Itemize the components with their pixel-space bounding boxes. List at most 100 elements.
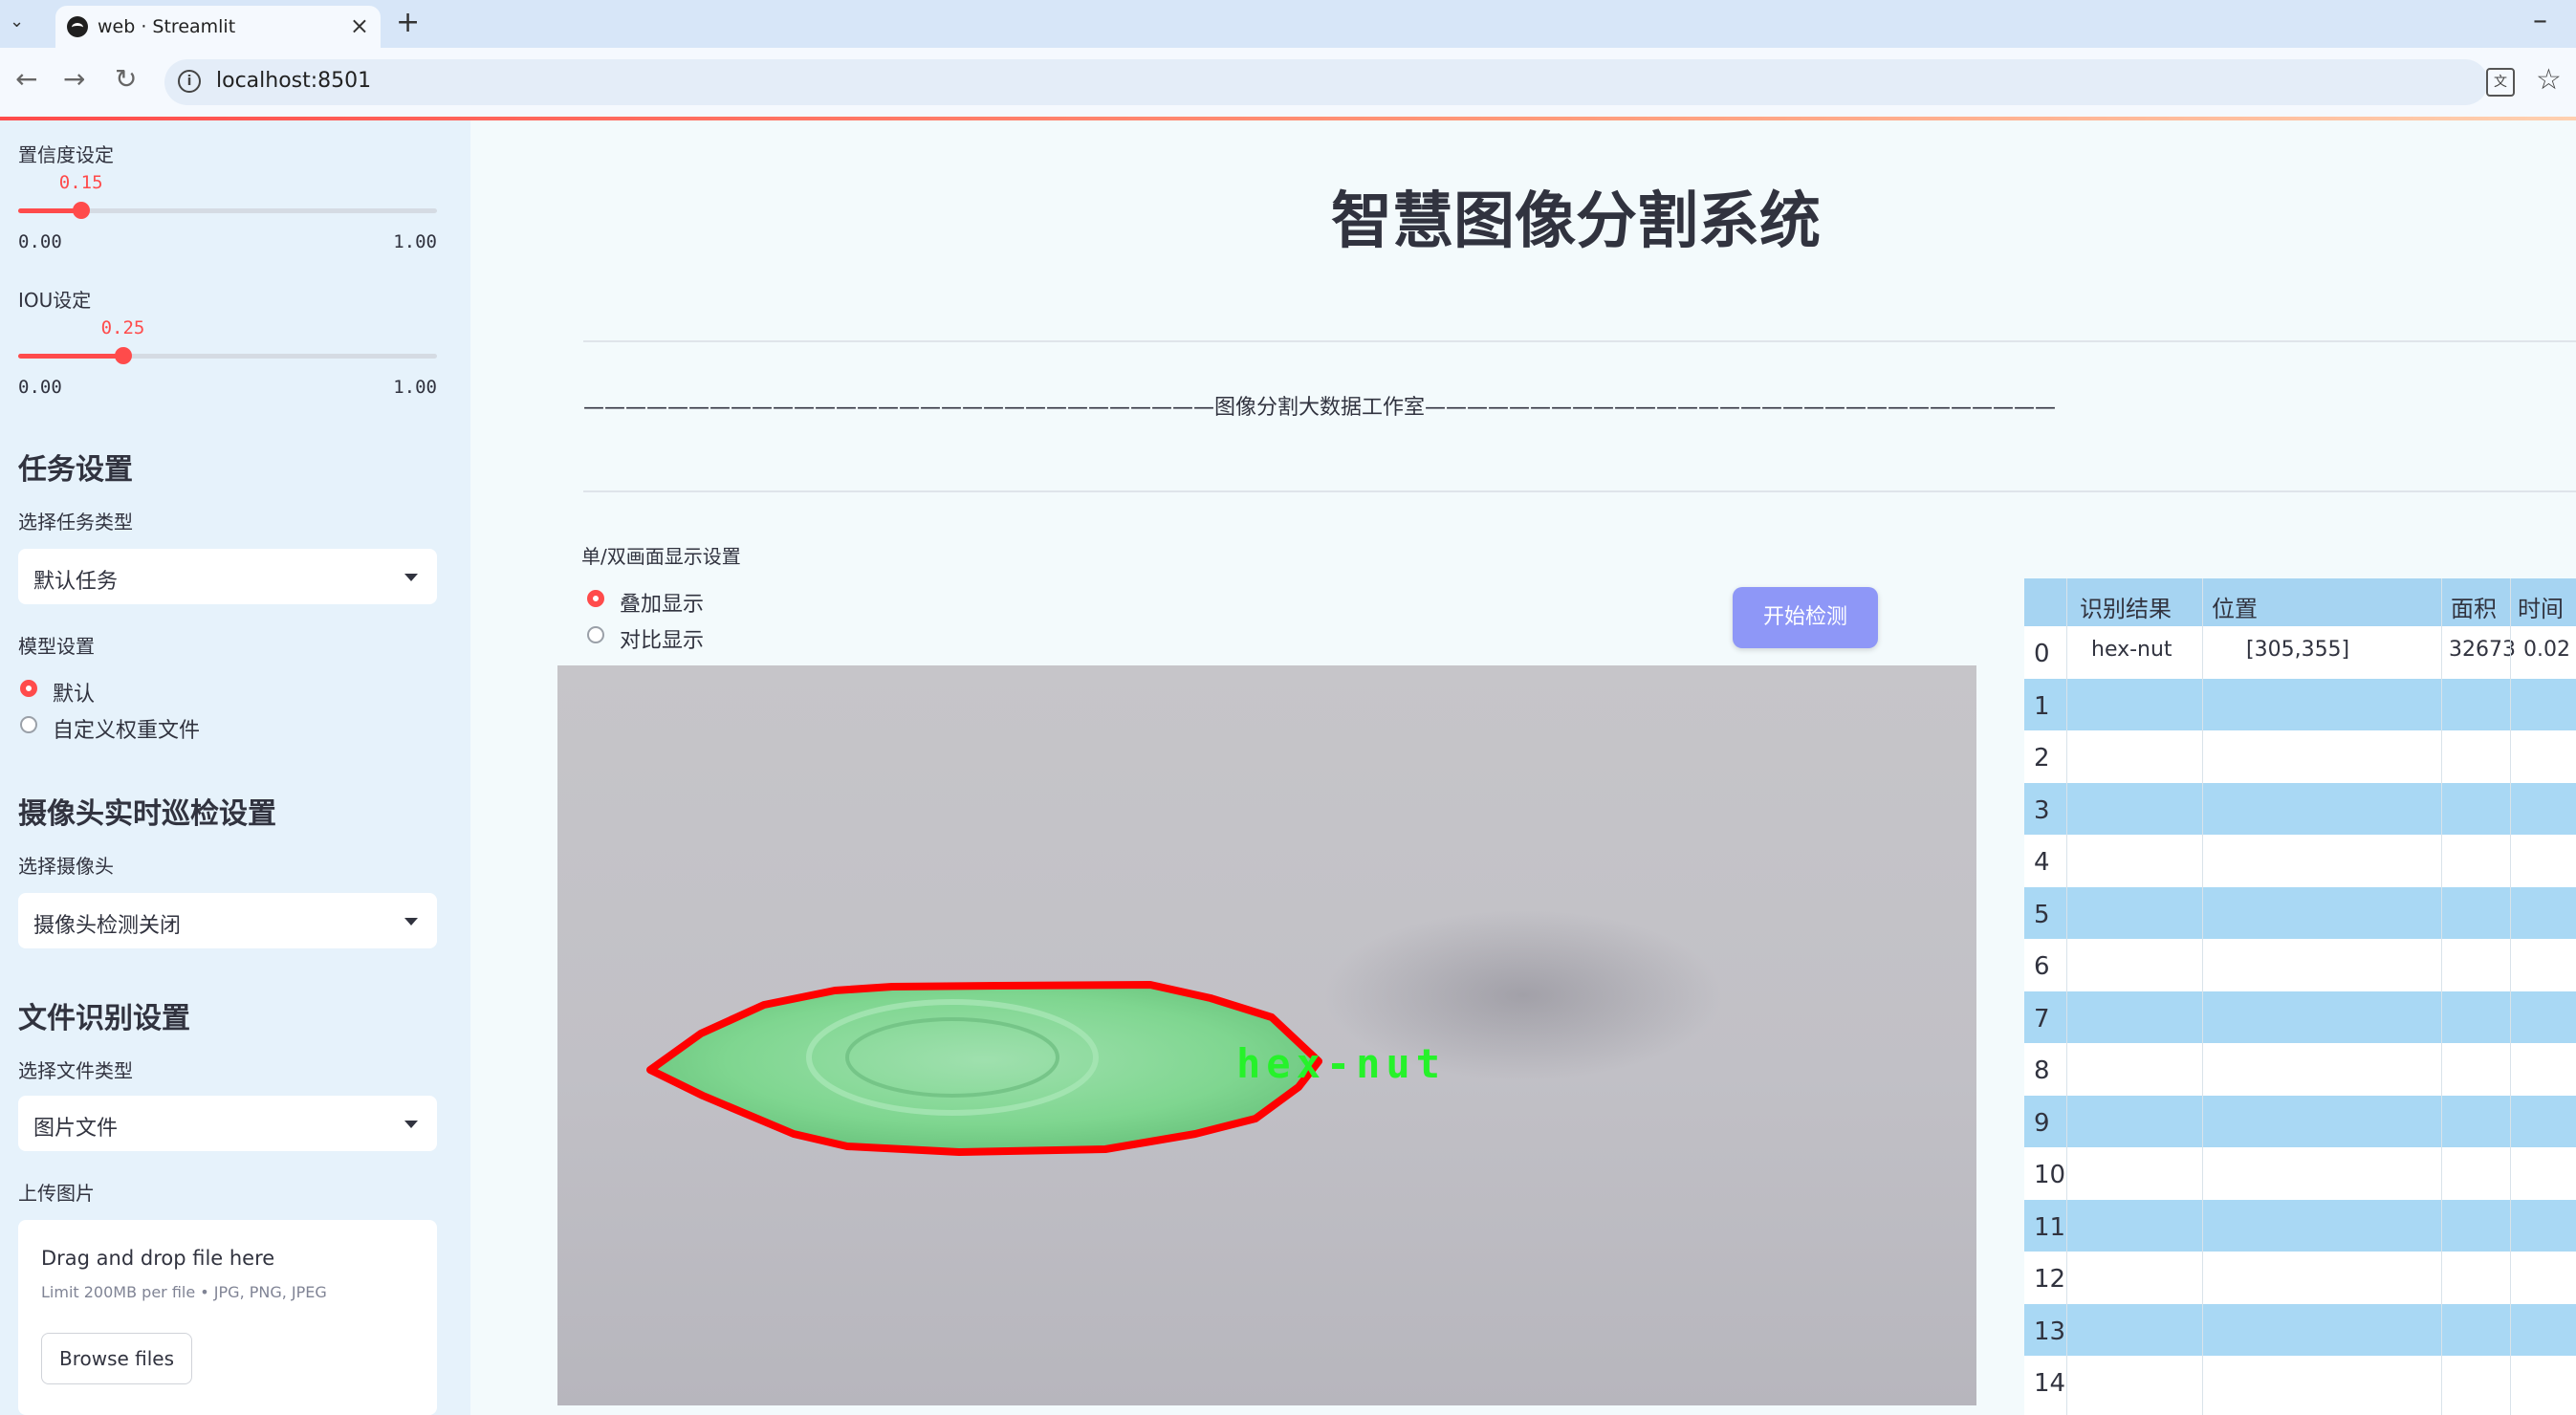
- table-row[interactable]: 9: [2024, 1095, 2576, 1147]
- upload-drag-text: Drag and drop file here: [41, 1247, 275, 1270]
- row-index: 9: [2034, 1108, 2050, 1138]
- row-index: 7: [2034, 1004, 2050, 1034]
- column-divider: [2510, 578, 2511, 1415]
- table-row[interactable]: 11: [2024, 1199, 2576, 1252]
- chevron-down-icon: [404, 1121, 418, 1128]
- divider: [583, 340, 2576, 342]
- minimize-window-icon[interactable]: –: [2533, 4, 2547, 37]
- table-row[interactable]: 3: [2024, 782, 2576, 835]
- upload-limit-text: Limit 200MB per file • JPG, PNG, JPEG: [41, 1283, 327, 1301]
- file-type-select[interactable]: 图片文件: [18, 1096, 437, 1151]
- slider-fill: [18, 208, 81, 213]
- column-divider: [2441, 578, 2442, 1415]
- task-type-select[interactable]: 默认任务: [18, 549, 437, 604]
- confidence-slider[interactable]: 0.15 0.00 1.00: [18, 172, 437, 252]
- file-type-value: 图片文件: [33, 1117, 119, 1141]
- radio-selected-icon[interactable]: [20, 680, 37, 697]
- row-index: 2: [2034, 744, 2050, 773]
- row-index: 6: [2034, 952, 2050, 981]
- row-index: 3: [2034, 795, 2050, 825]
- browser-tab[interactable]: web · Streamlit ×: [55, 6, 381, 48]
- row-index: 5: [2034, 900, 2050, 929]
- new-tab-icon[interactable]: +: [396, 6, 420, 39]
- column-header-result[interactable]: 识别结果: [2080, 590, 2172, 623]
- browse-files-button[interactable]: Browse files: [41, 1333, 192, 1384]
- table-row[interactable]: 4: [2024, 835, 2576, 886]
- table-row[interactable]: 6: [2024, 939, 2576, 990]
- tab-search-icon[interactable]: ⌄: [10, 11, 24, 32]
- results-table[interactable]: 识别结果 位置 面积 时间 0 hex-nut [305,355] 32673 0.02…: [2024, 578, 2576, 1415]
- task-type-value: 默认任务: [33, 570, 119, 594]
- radio-label: 默认: [53, 683, 96, 707]
- row-index: 14: [2034, 1369, 2066, 1398]
- forward-icon[interactable]: →: [63, 63, 85, 95]
- bookmark-star-icon[interactable]: ☆: [2536, 63, 2562, 97]
- slider-max: 1.00: [393, 377, 437, 398]
- table-row[interactable]: 8: [2024, 1043, 2576, 1095]
- column-divider: [2202, 578, 2203, 1415]
- back-icon[interactable]: ←: [15, 63, 37, 95]
- table-row[interactable]: 12: [2024, 1252, 2576, 1303]
- camera-settings-heading: 摄像头实时巡检设置: [18, 797, 276, 831]
- model-settings-label: 模型设置: [18, 635, 95, 658]
- camera-value: 摄像头检测关闭: [33, 914, 182, 938]
- table-row[interactable]: 0 hex-nut [305,355] 32673 0.02: [2024, 626, 2576, 678]
- row-index: 4: [2034, 848, 2050, 877]
- file-uploader-dropzone[interactable]: Drag and drop file here Limit 200MB per …: [18, 1220, 437, 1415]
- confidence-label: 置信度设定: [18, 143, 114, 166]
- radio-label: 对比显示: [620, 629, 705, 653]
- column-header-time[interactable]: 时间: [2518, 590, 2564, 623]
- table-row[interactable]: 10: [2024, 1147, 2576, 1199]
- table-row[interactable]: 7: [2024, 990, 2576, 1043]
- site-info-icon[interactable]: i: [178, 70, 201, 93]
- chevron-down-icon: [404, 918, 418, 925]
- address-bar[interactable]: i localhost:8501: [164, 59, 2488, 105]
- slider-max: 1.00: [393, 231, 437, 252]
- page-title: 智慧图像分割系统: [1331, 186, 1821, 257]
- divider: [583, 490, 2576, 492]
- radio-unselected-icon[interactable]: [587, 626, 604, 643]
- browser-toolbar: ← → ↻ i localhost:8501 文 ☆: [0, 48, 2576, 117]
- studio-banner: ——————————————————————————————图像分割大数据工作室…: [583, 396, 2057, 420]
- row-index: 11: [2034, 1212, 2066, 1242]
- table-row[interactable]: 1: [2024, 678, 2576, 730]
- radio-unselected-icon[interactable]: [20, 716, 37, 733]
- cell-position: [305,355]: [2246, 638, 2350, 662]
- cell-result: hex-nut: [2091, 638, 2172, 662]
- url-text: localhost:8501: [216, 69, 372, 93]
- file-type-label: 选择文件类型: [18, 1059, 133, 1082]
- column-header-position[interactable]: 位置: [2212, 590, 2258, 623]
- slider-value: 0.15: [58, 172, 103, 193]
- start-detection-button[interactable]: 开始检测: [1733, 587, 1878, 648]
- slider-min: 0.00: [18, 377, 62, 398]
- sidebar: 置信度设定 0.15 0.00 1.00 IOU设定 0.25 0.00 1.0…: [0, 120, 470, 1415]
- row-index: 0: [2034, 640, 2050, 668]
- segmentation-overlay: [646, 981, 1322, 1156]
- camera-select[interactable]: 摄像头检测关闭: [18, 893, 437, 948]
- reload-icon[interactable]: ↻: [115, 63, 137, 95]
- table-row[interactable]: 2: [2024, 730, 2576, 782]
- camera-label: 选择摄像头: [18, 855, 114, 878]
- chevron-down-icon: [404, 574, 418, 581]
- row-index: 8: [2034, 1056, 2050, 1085]
- column-header-area[interactable]: 面积: [2451, 590, 2497, 623]
- column-divider: [2066, 578, 2067, 1415]
- cell-area: 32673: [2449, 638, 2516, 662]
- upload-label: 上传图片: [18, 1182, 95, 1205]
- segmentation-mask: [646, 981, 1322, 1156]
- slider-fill: [18, 354, 123, 359]
- slider-thumb[interactable]: [72, 202, 90, 219]
- table-row[interactable]: 5: [2024, 886, 2576, 939]
- close-tab-icon[interactable]: ×: [350, 12, 369, 39]
- iou-slider[interactable]: 0.25 0.00 1.00: [18, 317, 437, 398]
- radio-selected-icon[interactable]: [587, 590, 604, 607]
- streamlit-favicon-icon: [67, 16, 88, 37]
- table-row[interactable]: 13: [2024, 1303, 2576, 1356]
- row-index: 10: [2034, 1161, 2066, 1189]
- tab-title: web · Streamlit: [98, 16, 236, 37]
- translate-icon[interactable]: 文: [2486, 68, 2515, 97]
- display-mode-label: 单/双画面显示设置: [581, 545, 741, 568]
- slider-thumb[interactable]: [114, 347, 132, 364]
- task-settings-heading: 任务设置: [18, 453, 133, 487]
- table-row[interactable]: 14: [2024, 1356, 2576, 1407]
